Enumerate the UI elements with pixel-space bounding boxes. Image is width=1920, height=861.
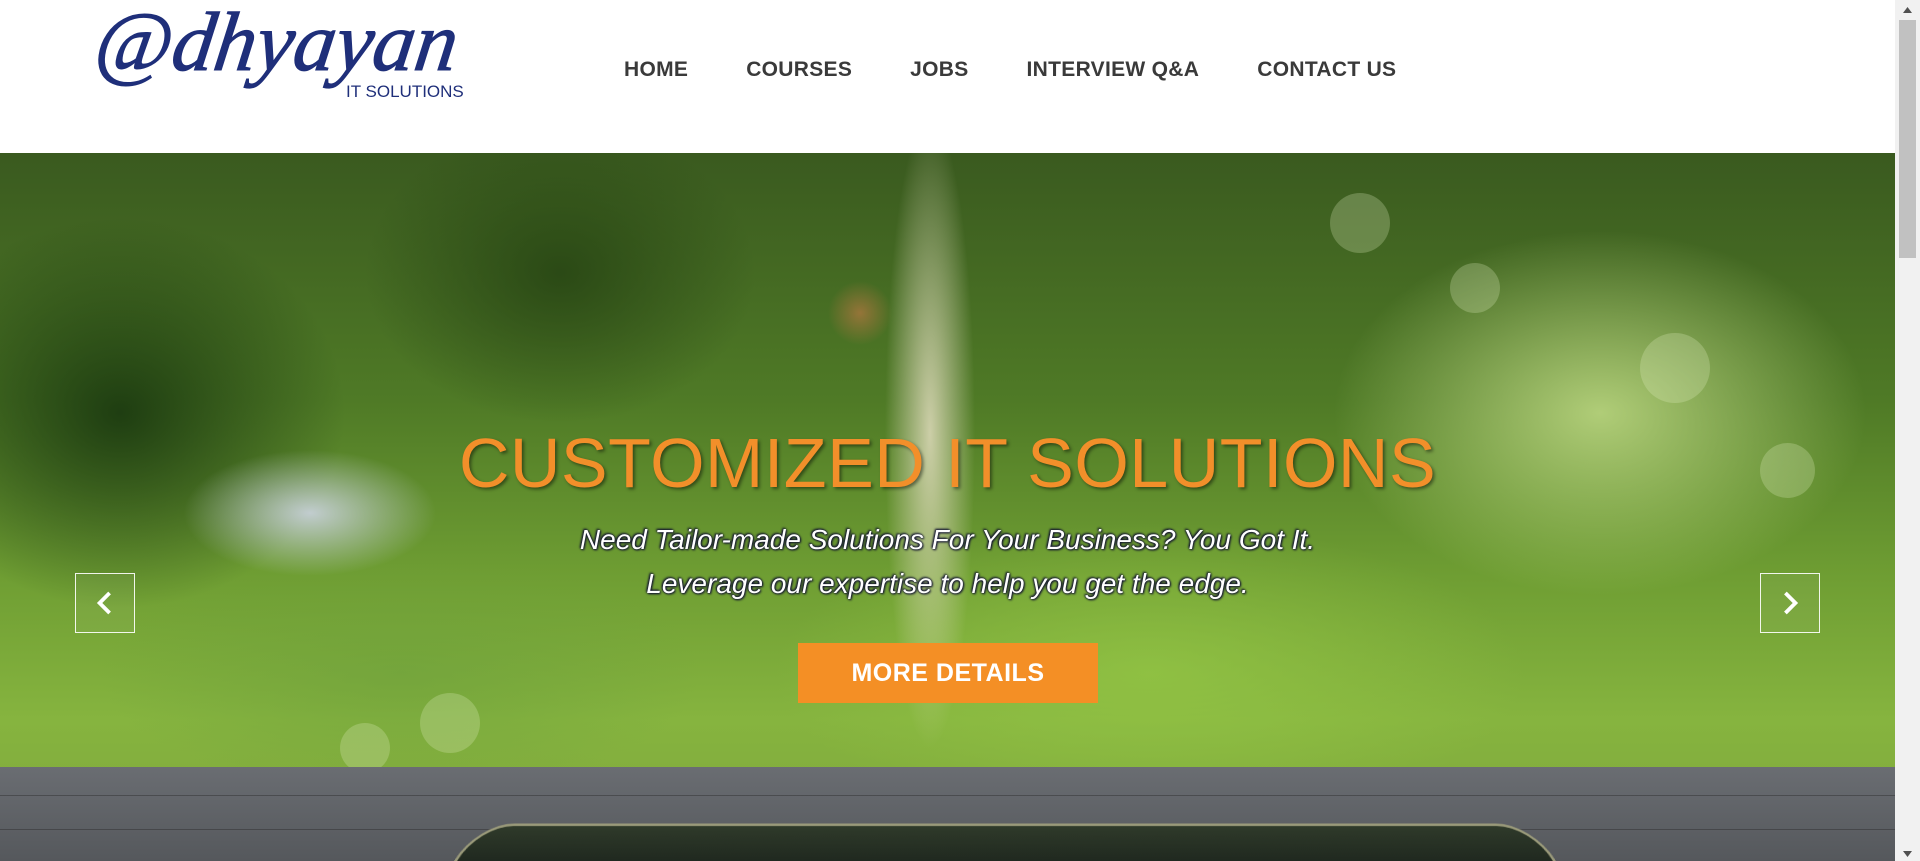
brand-logo[interactable]: @dhyayan IT SOLUTIONS: [96, 0, 476, 130]
nav-home[interactable]: HOME: [600, 58, 717, 82]
hero-carousel: CUSTOMIZED IT SOLUTIONS Need Tailor-made…: [0, 153, 1895, 861]
chevron-left-icon: [92, 590, 118, 616]
background-bokeh: [1450, 263, 1500, 313]
nav-jobs[interactable]: JOBS: [881, 58, 997, 82]
scroll-up-button[interactable]: [1895, 0, 1920, 17]
carousel-next-button[interactable]: [1760, 573, 1820, 633]
site-header: @dhyayan IT SOLUTIONS HOME COURSES JOBS …: [0, 0, 1895, 153]
table-plank-line: [0, 795, 1895, 796]
main-nav: HOME COURSES JOBS INTERVIEW Q&A CONTACT …: [600, 58, 1425, 82]
carousel-prev-button[interactable]: [75, 573, 135, 633]
chevron-right-icon: [1777, 590, 1803, 616]
scroll-thumb[interactable]: [1899, 20, 1916, 258]
scroll-down-button[interactable]: [1895, 844, 1920, 861]
svg-text:IT SOLUTIONS: IT SOLUTIONS: [346, 82, 464, 101]
nav-interview-qa[interactable]: INTERVIEW Q&A: [998, 58, 1229, 82]
background-bokeh: [1330, 193, 1390, 253]
svg-text:@dhyayan: @dhyayan: [96, 0, 464, 89]
tablet-device-image: [442, 823, 1568, 861]
background-bokeh: [1640, 333, 1710, 403]
page-scrollbar[interactable]: [1895, 0, 1920, 861]
nav-courses[interactable]: COURSES: [717, 58, 881, 82]
background-bokeh: [340, 723, 390, 773]
background-bokeh: [420, 693, 480, 753]
nav-contact-us[interactable]: CONTACT US: [1228, 58, 1425, 82]
arrow-up-icon: [1903, 0, 1912, 18]
hero-subtitle-line1: Need Tailor-made Solutions For Your Busi…: [579, 524, 1316, 555]
hero-title: CUSTOMIZED IT SOLUTIONS: [458, 424, 1437, 502]
more-details-button[interactable]: MORE DETAILS: [798, 643, 1098, 703]
hero-subtitle-line2: Leverage our expertise to help you get t…: [646, 568, 1249, 599]
arrow-down-icon: [1903, 844, 1912, 861]
